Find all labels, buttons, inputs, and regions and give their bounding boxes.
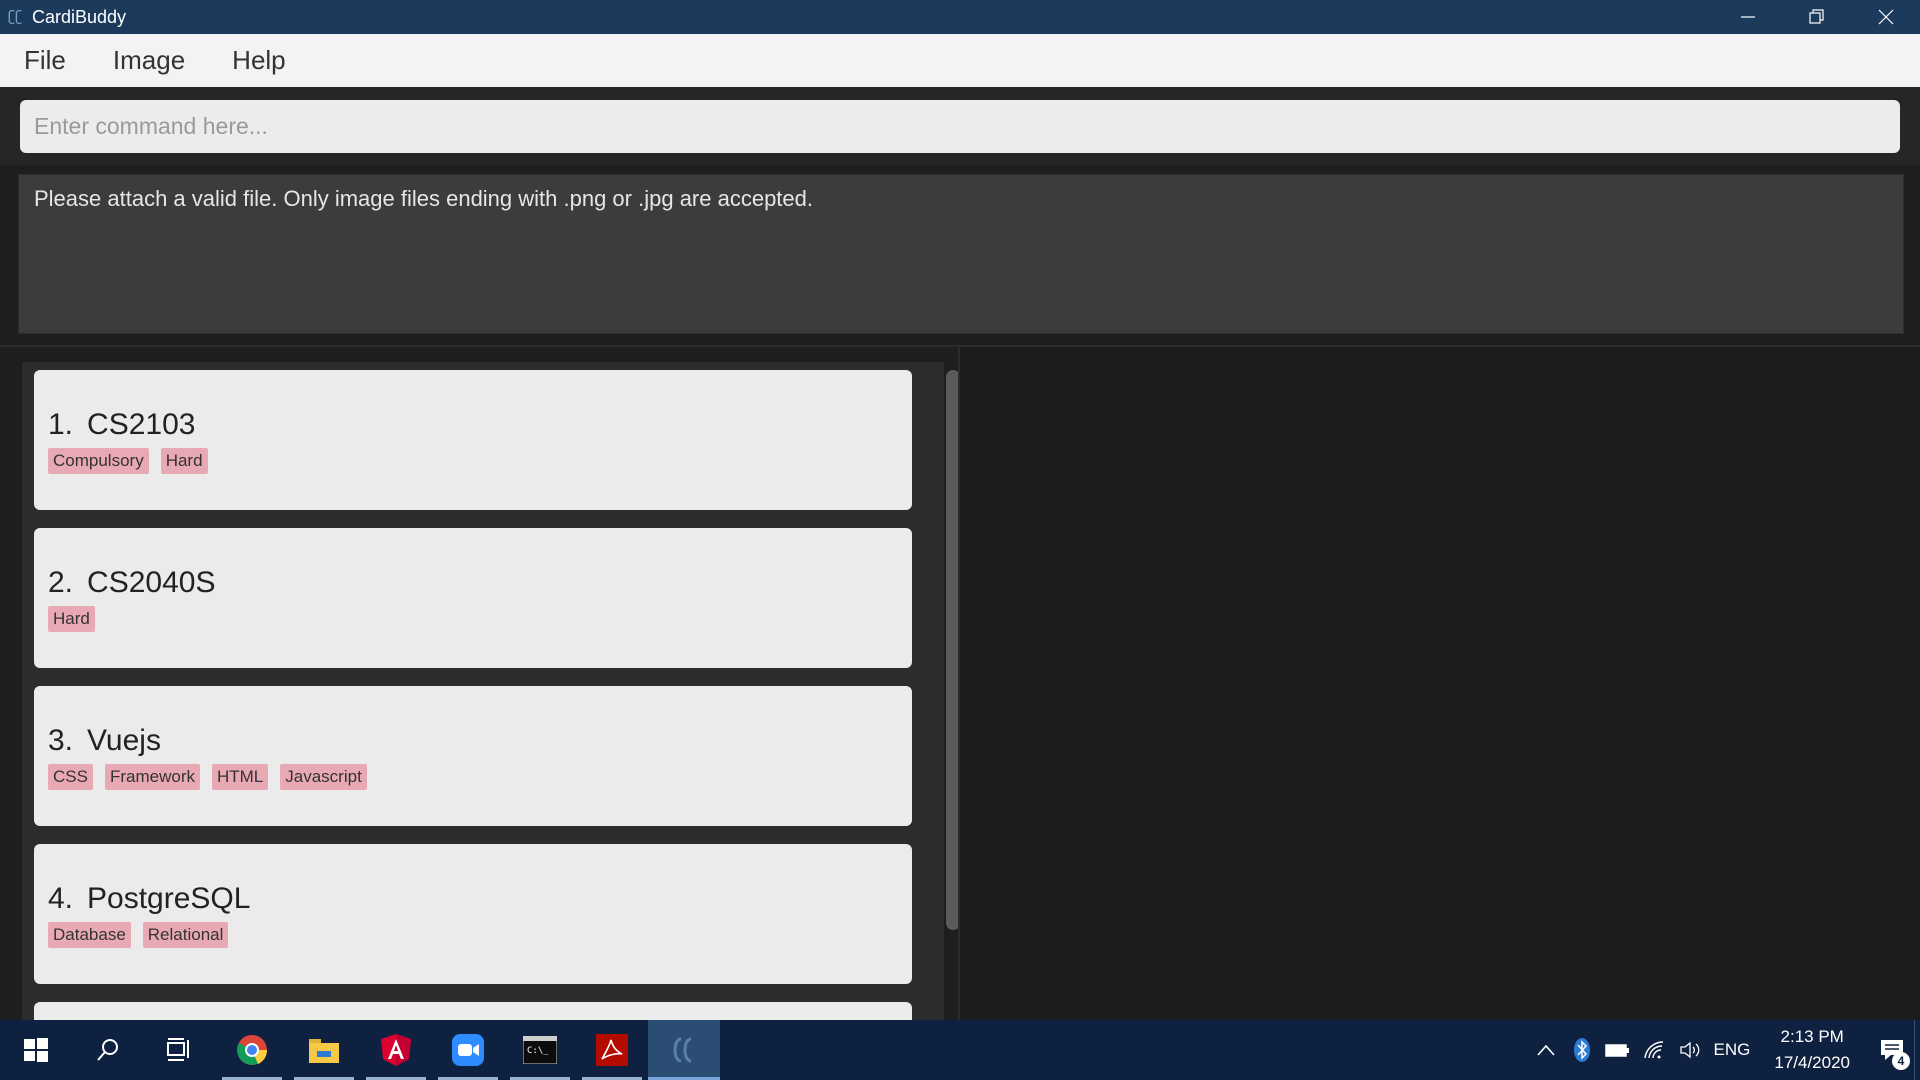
command-input[interactable] <box>20 100 1900 153</box>
action-center-button[interactable]: 4 <box>1870 1020 1914 1080</box>
tag: Compulsory <box>48 448 149 474</box>
restore-icon <box>1808 9 1824 24</box>
minimize-button[interactable] <box>1713 0 1782 34</box>
deck-tags: Compulsory Hard <box>48 448 220 474</box>
clock-date: 17/4/2020 <box>1774 1053 1850 1072</box>
deck-tags: CSS Framework HTML Javascript <box>48 764 379 790</box>
close-button[interactable] <box>1851 0 1920 34</box>
deck-index: 4. <box>48 882 74 915</box>
search-button[interactable] <box>72 1020 144 1080</box>
start-button[interactable] <box>0 1020 72 1080</box>
notification-count-badge: 4 <box>1892 1052 1910 1070</box>
restore-button[interactable] <box>1782 0 1851 34</box>
deck-name: Vuejs <box>87 724 161 757</box>
network-button[interactable] <box>1636 1040 1672 1060</box>
bluetooth-icon <box>1573 1038 1590 1062</box>
volume-icon <box>1679 1041 1699 1059</box>
deck-card-partial[interactable] <box>34 1002 912 1020</box>
tag: Hard <box>160 448 208 474</box>
tag: Hard <box>48 606 95 632</box>
battery-icon <box>1604 1044 1629 1057</box>
deck-card[interactable]: 1. CS2103 Compulsory Hard <box>34 370 912 510</box>
result-message: Please attach a valid file. Only image f… <box>18 174 1904 334</box>
menu-file[interactable]: File <box>14 45 76 76</box>
taskbar-app-zoom[interactable] <box>432 1020 504 1080</box>
menu-help[interactable]: Help <box>222 45 295 76</box>
deck-name: PostgreSQL <box>87 882 251 915</box>
terminal-icon: C:\_ <box>523 1036 557 1064</box>
zoom-icon <box>452 1034 484 1066</box>
tag: CSS <box>48 764 93 790</box>
close-icon <box>1878 9 1893 25</box>
clock-time: 2:13 PM <box>1780 1027 1844 1046</box>
taskbar-app-file-explorer[interactable] <box>288 1020 360 1080</box>
acrobat-icon <box>596 1034 628 1066</box>
system-tray: ENG 2:13 PM 17/4/2020 4 <box>1528 1020 1920 1080</box>
task-view-icon <box>167 1038 189 1061</box>
app-icon: ʗʗ <box>8 9 23 25</box>
tag: Relational <box>142 922 229 948</box>
search-icon <box>97 1039 118 1061</box>
deck-title: 4. PostgreSQL <box>48 882 250 916</box>
show-desktop-button[interactable] <box>1914 1020 1920 1080</box>
deck-card[interactable]: 4. PostgreSQL Database Relational <box>34 844 912 984</box>
input-language[interactable]: ENG <box>1714 1040 1751 1060</box>
tag: HTML <box>211 764 269 790</box>
taskbar-app-acrobat[interactable] <box>576 1020 648 1080</box>
menu-image[interactable]: Image <box>103 45 195 76</box>
command-box <box>0 87 1920 165</box>
window-title: CardiBuddy <box>32 6 127 27</box>
window-controls <box>1713 0 1920 34</box>
deck-tags: Database Relational <box>48 922 240 948</box>
minimize-icon <box>1740 16 1755 18</box>
tag: Database <box>48 922 131 948</box>
deck-tags: Hard <box>48 606 107 632</box>
deck-index: 1. <box>48 408 74 441</box>
title-bar: ʗʗ CardiBuddy <box>0 0 1920 34</box>
wifi-icon <box>1643 1041 1663 1059</box>
chrome-icon <box>237 1035 268 1065</box>
deck-card[interactable]: 3. Vuejs CSS Framework HTML Javascript <box>34 686 912 826</box>
tag: Javascript <box>280 764 367 790</box>
battery-button[interactable] <box>1600 1042 1636 1058</box>
deck-name: CS2040S <box>87 566 216 599</box>
clock[interactable]: 2:13 PM 17/4/2020 <box>1774 1024 1850 1076</box>
windows-icon <box>24 1038 48 1062</box>
bluetooth-button[interactable] <box>1564 1038 1600 1062</box>
taskbar-app-angular[interactable] <box>360 1020 432 1080</box>
taskbar-app-chrome[interactable] <box>216 1020 288 1080</box>
taskbar: C:\_ ENG 2:13 PM 17/4/2020 4 <box>0 1020 1920 1080</box>
deck-title: 2. CS2040S <box>48 566 215 600</box>
deck-list-panel: 1. CS2103 Compulsory Hard 2. CS2040S Har… <box>22 362 960 1020</box>
deck-name: CS2103 <box>87 408 196 441</box>
chevron-up-icon <box>1536 1044 1555 1056</box>
detail-panel <box>962 347 1920 1020</box>
cardibuddy-icon <box>673 1037 692 1063</box>
folder-icon <box>309 1039 339 1063</box>
taskbar-app-cardibuddy[interactable] <box>648 1020 720 1080</box>
deck-index: 2. <box>48 566 74 599</box>
deck-title: 1. CS2103 <box>48 408 195 442</box>
deck-card[interactable]: 2. CS2040S Hard <box>34 528 912 668</box>
volume-button[interactable] <box>1672 1040 1708 1060</box>
taskbar-app-terminal[interactable]: C:\_ <box>504 1020 576 1080</box>
svg-text:C:\_: C:\_ <box>527 1046 549 1056</box>
deck-index: 3. <box>48 724 74 757</box>
panel-divider <box>958 347 960 1020</box>
show-hidden-icons-button[interactable] <box>1528 1044 1564 1056</box>
menu-bar: File Image Help <box>0 34 1920 87</box>
tag: Framework <box>104 764 200 790</box>
deck-title: 3. Vuejs <box>48 724 161 758</box>
task-view-button[interactable] <box>144 1020 216 1080</box>
main-area: Please attach a valid file. Only image f… <box>0 87 1920 1020</box>
angular-icon <box>381 1034 411 1066</box>
